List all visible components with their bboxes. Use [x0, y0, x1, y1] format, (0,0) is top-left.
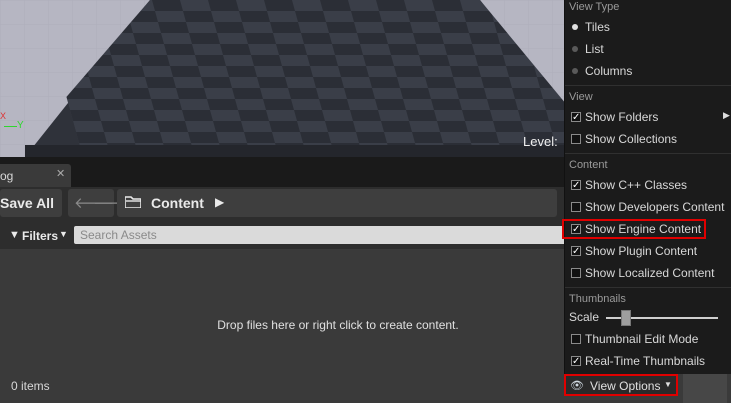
- divider: [565, 85, 731, 86]
- menu-item-label: Show C++ Classes: [585, 178, 688, 192]
- checkbox[interactable]: [571, 268, 581, 278]
- menu-item-show-localized-content[interactable]: Show Localized Content: [569, 263, 727, 283]
- level-label: Level:: [523, 134, 558, 149]
- menu-item-show-plugin-content[interactable]: ✓ Show Plugin Content: [569, 241, 727, 261]
- section-content: Content: [569, 159, 608, 171]
- menu-item-show-cpp-classes[interactable]: ✓ Show C++ Classes: [569, 175, 727, 195]
- view-options-menu: View Type Tiles List Columns View ✓ Show…: [564, 0, 731, 374]
- checkbox-checked[interactable]: ✓: [571, 246, 581, 257]
- menu-item-label: Tiles: [585, 20, 610, 34]
- item-count: 0 items: [11, 379, 50, 393]
- save-all-button[interactable]: Save All: [0, 189, 62, 217]
- menu-item-show-developers-content[interactable]: Show Developers Content: [569, 197, 727, 217]
- close-icon[interactable]: ✕: [56, 167, 65, 180]
- menu-item-show-folders[interactable]: ✓ Show Folders ▶: [569, 107, 730, 127]
- search-assets-input[interactable]: [74, 226, 566, 244]
- menu-item-label: Columns: [585, 64, 633, 78]
- view-options-label: View Options: [590, 379, 661, 393]
- save-all-label: Save All: [0, 195, 54, 211]
- checkbox-checked[interactable]: ✓: [571, 356, 581, 367]
- tab-content-browser[interactable]: og ✕: [0, 164, 71, 187]
- axis-y-label: Y: [17, 120, 24, 131]
- history-nav: 🡐 🡒: [68, 189, 133, 217]
- divider: [565, 153, 731, 154]
- menu-item-show-collections[interactable]: Show Collections: [569, 129, 727, 149]
- filters-button[interactable]: ▼ Filters ▼: [4, 226, 70, 246]
- folder-icon: [125, 196, 141, 208]
- chevron-down-icon: ▼: [59, 229, 68, 239]
- filter-icon: ▼: [9, 229, 20, 241]
- eye-icon: 👁: [570, 380, 584, 392]
- status-panel: [683, 371, 727, 403]
- checkbox[interactable]: [571, 202, 581, 212]
- submenu-arrow-icon: ▶: [723, 110, 730, 120]
- radio-selected-icon: [572, 24, 578, 30]
- chevron-right-icon[interactable]: ▶: [215, 195, 224, 209]
- divider: [565, 287, 731, 288]
- checkbox-checked[interactable]: ✓: [571, 180, 581, 191]
- menu-item-thumbnail-edit-mode[interactable]: Thumbnail Edit Mode: [569, 329, 727, 349]
- view-options-button[interactable]: 👁 View Options ▼: [564, 374, 678, 396]
- scale-slider-thumb[interactable]: [621, 310, 631, 326]
- breadcrumb-content[interactable]: Content: [151, 195, 204, 211]
- menu-item-realtime-thumbnails[interactable]: ✓ Real-Time Thumbnails: [569, 351, 727, 371]
- checkbox-checked[interactable]: ✓: [571, 112, 581, 123]
- axis-gizmo: [4, 126, 17, 127]
- radio-icon: [572, 68, 578, 74]
- section-view-type: View Type: [569, 1, 620, 13]
- breadcrumb: Content ▶: [117, 189, 557, 217]
- highlight-box: [562, 219, 706, 239]
- menu-item-label: Show Localized Content: [585, 266, 715, 280]
- menu-item-label: Show Collections: [585, 132, 678, 146]
- radio-icon: [572, 46, 578, 52]
- menu-item-list[interactable]: List: [569, 39, 727, 59]
- section-thumbnails: Thumbnails: [569, 293, 626, 305]
- section-view: View: [569, 91, 593, 103]
- scale-label: Scale: [569, 310, 600, 324]
- menu-item-columns[interactable]: Columns: [569, 61, 727, 81]
- menu-item-tiles[interactable]: Tiles: [569, 17, 727, 37]
- menu-item-label: Show Folders: [585, 110, 659, 124]
- chevron-down-icon: ▼: [664, 380, 672, 389]
- menu-item-label: Thumbnail Edit Mode: [585, 332, 699, 346]
- filters-label: Filters: [22, 229, 59, 243]
- checkbox[interactable]: [571, 334, 581, 344]
- menu-item-label: Real-Time Thumbnails: [585, 354, 706, 368]
- checkbox[interactable]: [571, 134, 581, 144]
- menu-item-label: Show Plugin Content: [585, 244, 698, 258]
- menu-item-label: Show Developers Content: [585, 200, 725, 214]
- menu-item-label: List: [585, 42, 604, 56]
- axis-x-label: X: [0, 111, 7, 121]
- tab-label: og: [0, 169, 14, 183]
